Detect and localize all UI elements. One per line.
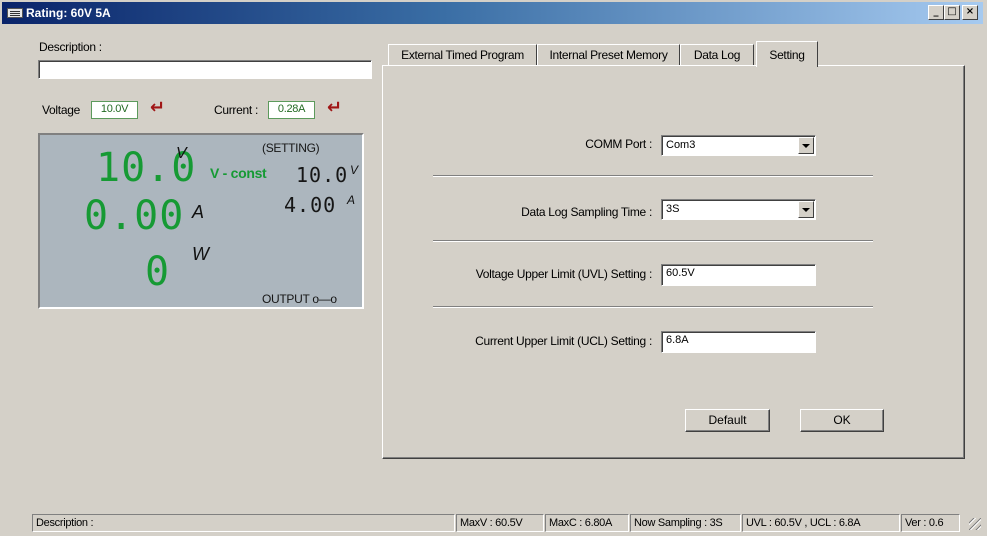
status-max-current: MaxC : 6.80A [545, 514, 629, 532]
status-sampling: Now Sampling : 3S [630, 514, 741, 532]
ucl-label: Current Upper Limit (UCL) Setting : [475, 334, 652, 348]
maximize-button[interactable]: □ [944, 5, 960, 20]
current-label: Current : [214, 103, 258, 117]
description-input[interactable] [38, 60, 372, 79]
mode-label: V - const [210, 165, 267, 181]
lcd-display: 10.0 V (SETTING) V - const 10.0 V 0.00 A… [38, 133, 364, 309]
output-power-unit: W [192, 244, 209, 264]
sampling-time-value: 3S [666, 203, 680, 215]
output-status-label: OUTPUT o—o [262, 292, 337, 306]
enter-arrow-icon[interactable]: ↵ [150, 97, 165, 118]
status-max-voltage: MaxV : 60.5V [456, 514, 544, 532]
status-limits: UVL : 60.5V , UCL : 6.8A [742, 514, 900, 532]
title-bar[interactable]: Rating: 60V 5A _ □ × [2, 2, 983, 24]
voltage-field[interactable]: 10.0V [91, 101, 138, 119]
tab-setting[interactable]: Setting [756, 41, 818, 67]
set-current-unit: A [347, 193, 356, 207]
divider [433, 240, 873, 242]
output-power-readout: 0 [145, 249, 171, 295]
output-current-unit: A [192, 202, 205, 222]
comm-port-select[interactable]: Com3 [661, 135, 816, 156]
setting-panel [382, 65, 965, 459]
ok-button[interactable]: OK [800, 409, 884, 432]
minimize-button[interactable]: _ [928, 5, 944, 20]
description-label: Description : [39, 40, 102, 54]
enter-arrow-icon[interactable]: ↵ [327, 97, 342, 118]
chevron-down-icon[interactable] [798, 137, 814, 154]
current-field[interactable]: 0.28A [268, 101, 315, 119]
set-voltage-unit: V [350, 163, 359, 177]
uvl-input[interactable]: 60.5V [661, 264, 816, 286]
divider [433, 175, 873, 177]
voltage-label: Voltage [42, 103, 80, 117]
output-current-readout: 0.00 [84, 193, 185, 239]
ucl-input[interactable]: 6.8A [661, 331, 816, 353]
tab-data-log[interactable]: Data Log [680, 44, 754, 66]
sampling-time-label: Data Log Sampling Time : [521, 205, 652, 219]
comm-port-value: Com3 [666, 139, 696, 151]
main-window: Rating: 60V 5A _ □ × Description : Volta… [0, 0, 987, 536]
chevron-down-icon[interactable] [798, 201, 814, 218]
app-icon [7, 8, 23, 18]
close-button[interactable]: × [962, 5, 978, 20]
output-voltage-unit: V [176, 145, 187, 162]
set-current-readout: 4.00 [284, 193, 337, 217]
setting-label: (SETTING) [262, 141, 320, 155]
window-title: Rating: 60V 5A [26, 6, 111, 20]
uvl-label: Voltage Upper Limit (UVL) Setting : [475, 267, 653, 281]
comm-port-label: COMM Port : [585, 137, 652, 151]
resize-grip-icon[interactable] [969, 518, 981, 530]
set-voltage-readout: 10.0 [296, 163, 349, 187]
status-description: Description : [32, 514, 455, 532]
status-version: Ver : 0.6 [901, 514, 960, 532]
tab-external-timed-program[interactable]: External Timed Program [388, 44, 537, 66]
default-button[interactable]: Default [685, 409, 770, 432]
divider [433, 306, 873, 308]
tab-internal-preset-memory[interactable]: Internal Preset Memory [537, 44, 680, 66]
sampling-time-select[interactable]: 3S [661, 199, 816, 220]
